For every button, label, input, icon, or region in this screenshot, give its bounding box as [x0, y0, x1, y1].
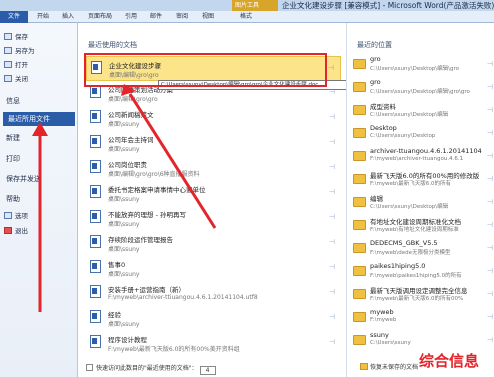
annotation-arrows	[32, 84, 217, 312]
arrow-to-recent-nav	[32, 122, 48, 312]
watermark-text: 综合信息	[419, 352, 480, 370]
arrow-to-highlighted-doc	[121, 84, 217, 229]
